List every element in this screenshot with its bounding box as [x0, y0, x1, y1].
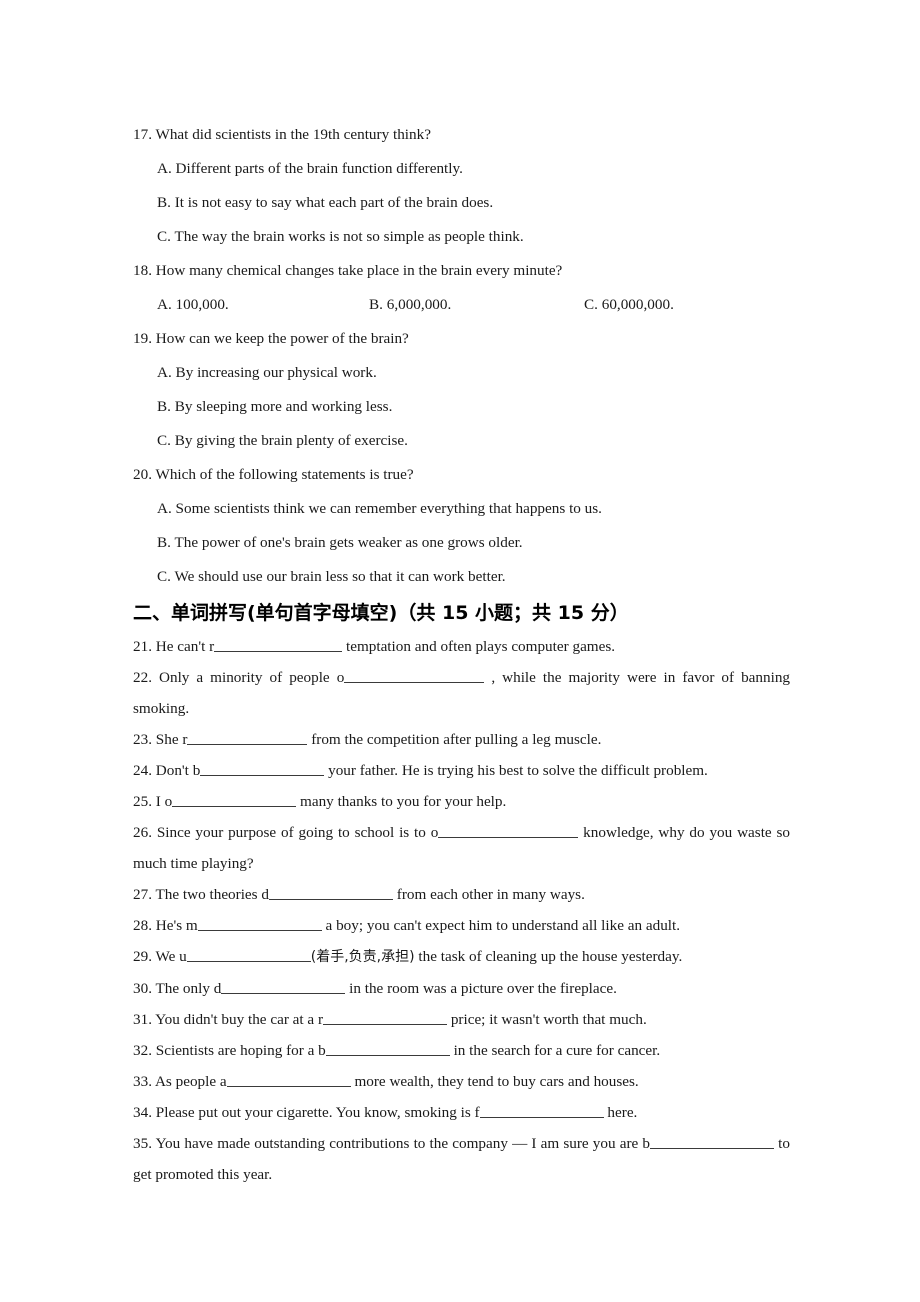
item-number: 33. — [133, 1073, 152, 1090]
answer-blank[interactable] — [221, 979, 346, 994]
item-number: 35. — [133, 1135, 152, 1152]
option-row-18: A. 100,000. B. 6,000,000. C. 60,000,000. — [133, 288, 790, 322]
answer-blank[interactable] — [325, 1041, 450, 1056]
item-text-after-blank: the task of cleaning up the house yester… — [414, 948, 683, 965]
item-text-after-blank: temptation and often plays computer game… — [345, 638, 616, 655]
option-18-b: B. 6,000,000. — [369, 296, 452, 313]
option-19-b: B. By sleeping more and working less. — [157, 398, 393, 415]
item-text-before-blank: Only a minority of people o — [159, 669, 345, 686]
item-text-before-blank: Please put out your cigarette. You know,… — [155, 1104, 480, 1121]
spelling-item: 34. Please put out your cigarette. You k… — [133, 1097, 790, 1128]
item-text-before-blank: The two theories d — [155, 886, 269, 903]
item-number: 29. — [133, 948, 152, 965]
answer-blank[interactable] — [214, 637, 343, 652]
spelling-item: 31. You didn't buy the car at a r price;… — [133, 1004, 790, 1035]
item-text-before-blank: Since your purpose of going to school is… — [156, 824, 439, 841]
item-text-after-blank: a boy; you can't expect him to understan… — [325, 917, 681, 934]
item-text-before-blank: He can't r — [155, 638, 215, 655]
item-text-after-blank: in the search for a cure for cancer. — [453, 1042, 661, 1059]
question-prompt-20: 20. Which of the following statements is… — [133, 466, 414, 483]
spelling-item: 25. I o many thanks to you for your help… — [133, 786, 790, 817]
spelling-section-heading: 二、单词拼写(单句首字母填空)（共 15 小题；共 15 分） — [133, 602, 629, 624]
option-20-b: B. The power of one's brain gets weaker … — [157, 534, 523, 551]
answer-blank[interactable] — [197, 916, 322, 931]
option-19-a: A. By increasing our physical work. — [157, 364, 377, 381]
item-number: 30. — [133, 980, 152, 997]
option-20-a: A. Some scientists think we can remember… — [157, 500, 602, 517]
spelling-item: 32. Scientists are hoping for a b in the… — [133, 1035, 790, 1066]
item-text-before-blank: We u — [155, 948, 187, 965]
answer-blank[interactable] — [226, 1072, 351, 1087]
spelling-item: 28. He's m a boy; you can't expect him t… — [133, 910, 790, 941]
spelling-item: 29. We u (着手,负责,承担) the task of cleaning … — [133, 941, 790, 973]
item-text-before-blank: Don't b — [155, 762, 201, 779]
item-number: 21. — [133, 638, 152, 655]
answer-blank[interactable] — [650, 1134, 775, 1149]
item-number: 26. — [133, 824, 152, 841]
item-text-after-blank: here. — [607, 1104, 638, 1121]
answer-blank[interactable] — [172, 792, 297, 807]
spelling-item: 27. The two theories d from each other i… — [133, 879, 790, 910]
spelling-item: 26. Since your purpose of going to schoo… — [133, 817, 790, 879]
answer-blank[interactable] — [344, 668, 485, 683]
item-text-before-blank: You have made outstanding contributions … — [155, 1135, 651, 1152]
spelling-item: 30. The only d in the room was a picture… — [133, 973, 790, 1004]
chinese-hint: (着手,负责,承担) — [310, 949, 415, 965]
spelling-item: 21. He can't r temptation and often play… — [133, 631, 790, 662]
item-number: 28. — [133, 917, 152, 934]
question-prompt-19: 19. How can we keep the power of the bra… — [133, 330, 409, 347]
answer-blank[interactable] — [323, 1010, 448, 1025]
item-number: 24. — [133, 762, 152, 779]
item-text-after-blank: from the competition after pulling a leg… — [311, 731, 602, 748]
spelling-item: 24. Don't b your father. He is trying hi… — [133, 755, 790, 786]
answer-blank[interactable] — [187, 730, 308, 745]
answer-blank[interactable] — [479, 1103, 604, 1118]
item-number: 31. — [133, 1011, 152, 1028]
spelling-item: 35. You have made outstanding contributi… — [133, 1128, 790, 1190]
question-prompt-18: 18. How many chemical changes take place… — [133, 262, 563, 279]
option-20-c: C. We should use our brain less so that … — [157, 568, 506, 585]
reading-comprehension-section: 17. What did scientists in the 19th cent… — [133, 118, 790, 594]
answer-blank[interactable] — [186, 947, 311, 962]
item-number: 34. — [133, 1104, 152, 1121]
spelling-item: 33. As people a more wealth, they tend t… — [133, 1066, 790, 1097]
answer-blank[interactable] — [268, 885, 393, 900]
item-text-after-blank: your father. He is trying his best to so… — [328, 762, 708, 779]
item-number: 25. — [133, 793, 152, 810]
item-text-before-blank: He's m — [155, 917, 198, 934]
item-text-after-blank: more wealth, they tend to buy cars and h… — [354, 1073, 639, 1090]
item-number: 27. — [133, 886, 152, 903]
item-text-after-blank: in the room was a picture over the firep… — [349, 980, 617, 997]
option-17-a: A. Different parts of the brain function… — [157, 160, 463, 177]
item-number: 32. — [133, 1042, 152, 1059]
item-text-before-blank: The only d — [155, 980, 222, 997]
item-text-after-blank: price; it wasn't worth that much. — [450, 1011, 647, 1028]
spelling-item: 22. Only a minority of people o , while … — [133, 662, 790, 724]
spelling-section: 21. He can't r temptation and often play… — [133, 631, 790, 1190]
item-number: 23. — [133, 731, 152, 748]
option-17-b: B. It is not easy to say what each part … — [157, 194, 494, 211]
question-prompt-17: 17. What did scientists in the 19th cent… — [133, 126, 431, 143]
option-19-c: C. By giving the brain plenty of exercis… — [157, 432, 408, 449]
item-text-before-blank: She r — [155, 731, 188, 748]
item-text-after-blank: from each other in many ways. — [396, 886, 585, 903]
item-number: 22. — [133, 669, 152, 686]
item-text-before-blank: Scientists are hoping for a b — [155, 1042, 326, 1059]
option-17-c: C. The way the brain works is not so sim… — [157, 228, 524, 245]
option-18-c: C. 60,000,000. — [584, 296, 674, 313]
spelling-item: 23. She r from the competition after pul… — [133, 724, 790, 755]
item-text-before-blank: You didn't buy the car at a r — [155, 1011, 324, 1028]
answer-blank[interactable] — [438, 823, 579, 838]
item-text-after-blank: many thanks to you for your help. — [300, 793, 507, 810]
exam-page: 17. What did scientists in the 19th cent… — [0, 0, 920, 1302]
item-text-before-blank: I o — [155, 793, 173, 810]
item-text-before-blank: As people a — [154, 1073, 227, 1090]
option-18-a: A. 100,000. — [157, 296, 229, 313]
answer-blank[interactable] — [200, 761, 325, 776]
